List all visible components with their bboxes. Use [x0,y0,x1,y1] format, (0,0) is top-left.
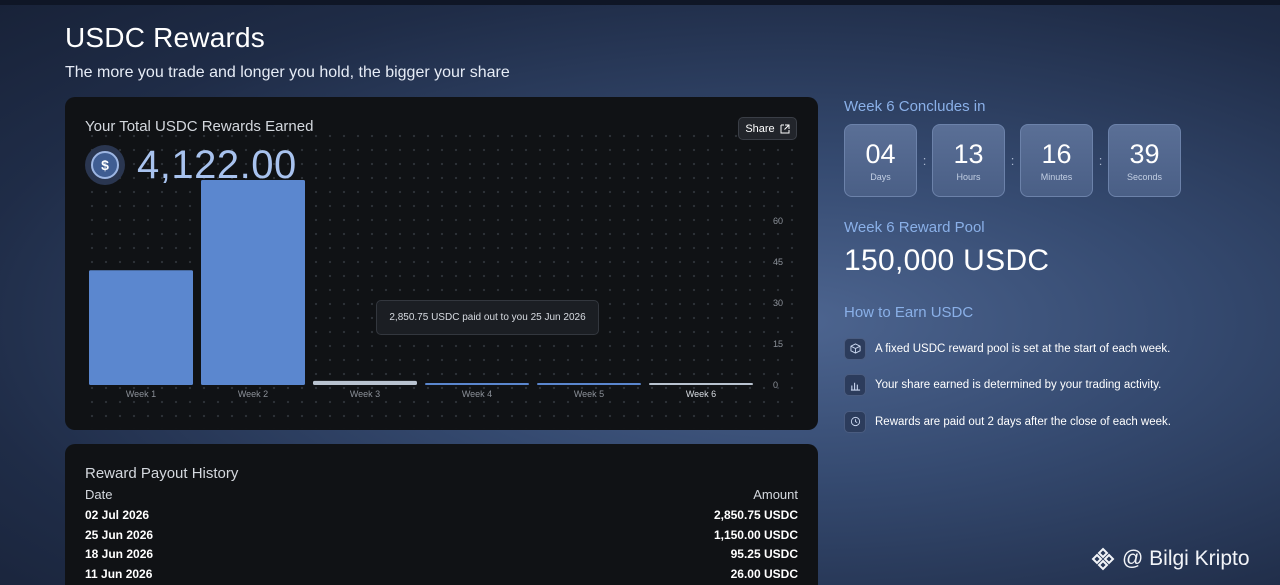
countdown-value: 16 [1041,139,1072,169]
row-date: 11 Jun 2026 [85,566,153,581]
chart-bar[interactable] [89,270,193,385]
history-table: 02 Jul 2026 2,850.75 USDC 25 Jun 2026 1,… [85,508,798,585]
chart-bar[interactable] [537,383,641,385]
countdown-unit: Seconds [1126,172,1163,182]
watermark: @ Bilgi Kripto [1090,546,1250,572]
reward-pool-label: Week 6 Reward Pool [844,219,985,236]
row-amount: 2,850.75 USDC [713,508,798,522]
countdown-separator: : [1010,153,1015,168]
chart-bar[interactable] [649,383,753,385]
payout-history-card: Reward Payout History Date Amount 02 Jul… [65,444,818,585]
table-row: 11 Jun 2026 26.00 USDC [85,567,798,585]
how-to-earn-title: How to Earn USDC [844,304,974,321]
x-tick-label: Week 3 [350,389,380,399]
row-date: 25 Jun 2026 [85,527,154,542]
y-tick-label: 30 [773,298,783,308]
list-item: Rewards are paid out 2 days after the cl… [844,410,1171,433]
countdown-unit: Minutes [1040,172,1073,182]
x-tick-label: Week 6 [686,389,716,399]
bar-tooltip: 2,850.75 USDC paid out to you 25 Jun 202… [376,300,599,335]
list-item: A fixed USDC reward pool is set at the s… [844,337,1171,360]
reward-pool-value: 150,000 USDC [844,244,1050,277]
page-title: USDC Rewards [65,22,265,53]
row-date: 18 Jun 2026 [85,547,154,561]
top-edge [0,0,1280,5]
list-item: Your share earned is determined by your … [844,374,1171,397]
table-row: 25 Jun 2026 1,150.00 USDC [85,528,798,548]
y-tick-label: 15 [773,339,783,349]
chart-icon [844,374,866,396]
countdown-days: 04 Days [844,124,917,197]
y-tick-label: 45 [773,257,783,267]
countdown-seconds: 39 Seconds [1108,124,1181,197]
table-row: 02 Jul 2026 2,850.75 USDC [85,508,798,528]
x-tick-label: Week 2 [238,389,268,399]
cube-icon [844,337,866,360]
x-tick-label: Week 5 [574,389,604,399]
chart-bar[interactable] [201,180,305,385]
rewards-card: Your Total USDC Rewards Earned Share $ 4… [65,97,818,430]
page-subtitle: The more you trade and longer you hold, … [65,64,510,81]
table-row: 18 Jun 2026 95.25 USDC [85,547,798,567]
y-tick-label: 60 [773,216,783,226]
row-amount: 1,150.00 USDC [713,527,798,542]
countdown-label: Week 6 Concludes in [844,98,986,115]
countdown-separator: : [922,153,927,168]
earn-step-text: Rewards are paid out 2 days after the cl… [875,415,1171,428]
chart-bar[interactable] [425,383,529,385]
watermark-text: @ Bilgi Kripto [1122,547,1250,570]
column-header-amount: Amount [753,487,798,502]
countdown-hours: 13 Hours [932,124,1005,197]
countdown-value: 04 [865,139,896,169]
weekly-rewards-chart: 60 45 30 15 0 Week 1 Week 2 Week 3 Week 4 Week 5 W… [89,180,783,399]
binance-logo-icon [1091,547,1115,571]
row-amount: 26.00 USDC [730,566,798,581]
earn-step-text: Your share earned is determined by your … [875,379,1162,391]
countdown-unit: Hours [956,172,981,182]
countdown-separator: : [1098,153,1103,168]
clock-icon [844,410,866,433]
x-tick-label: Week 1 [126,389,156,399]
history-title: Reward Payout History [85,465,239,482]
countdown-value: 39 [1129,139,1160,169]
earn-step-text: A fixed USDC reward pool is set at the s… [875,342,1171,355]
x-tick-label: Week 4 [462,389,492,399]
column-header-date: Date [85,487,113,502]
how-to-earn-list: A fixed USDC reward pool is set at the s… [844,337,1171,447]
row-amount: 95.25 USDC [730,547,798,561]
countdown-value: 13 [953,139,984,169]
y-tick-label: 0 [773,380,778,390]
countdown-minutes: 16 Minutes [1020,124,1093,197]
countdown-unit: Days [870,172,891,182]
row-date: 02 Jul 2026 [85,508,150,522]
chart-bar[interactable] [313,380,417,385]
countdown-timer: 04 Days : 13 Hours : 16 Minutes : 39 Sec… [844,124,1181,197]
